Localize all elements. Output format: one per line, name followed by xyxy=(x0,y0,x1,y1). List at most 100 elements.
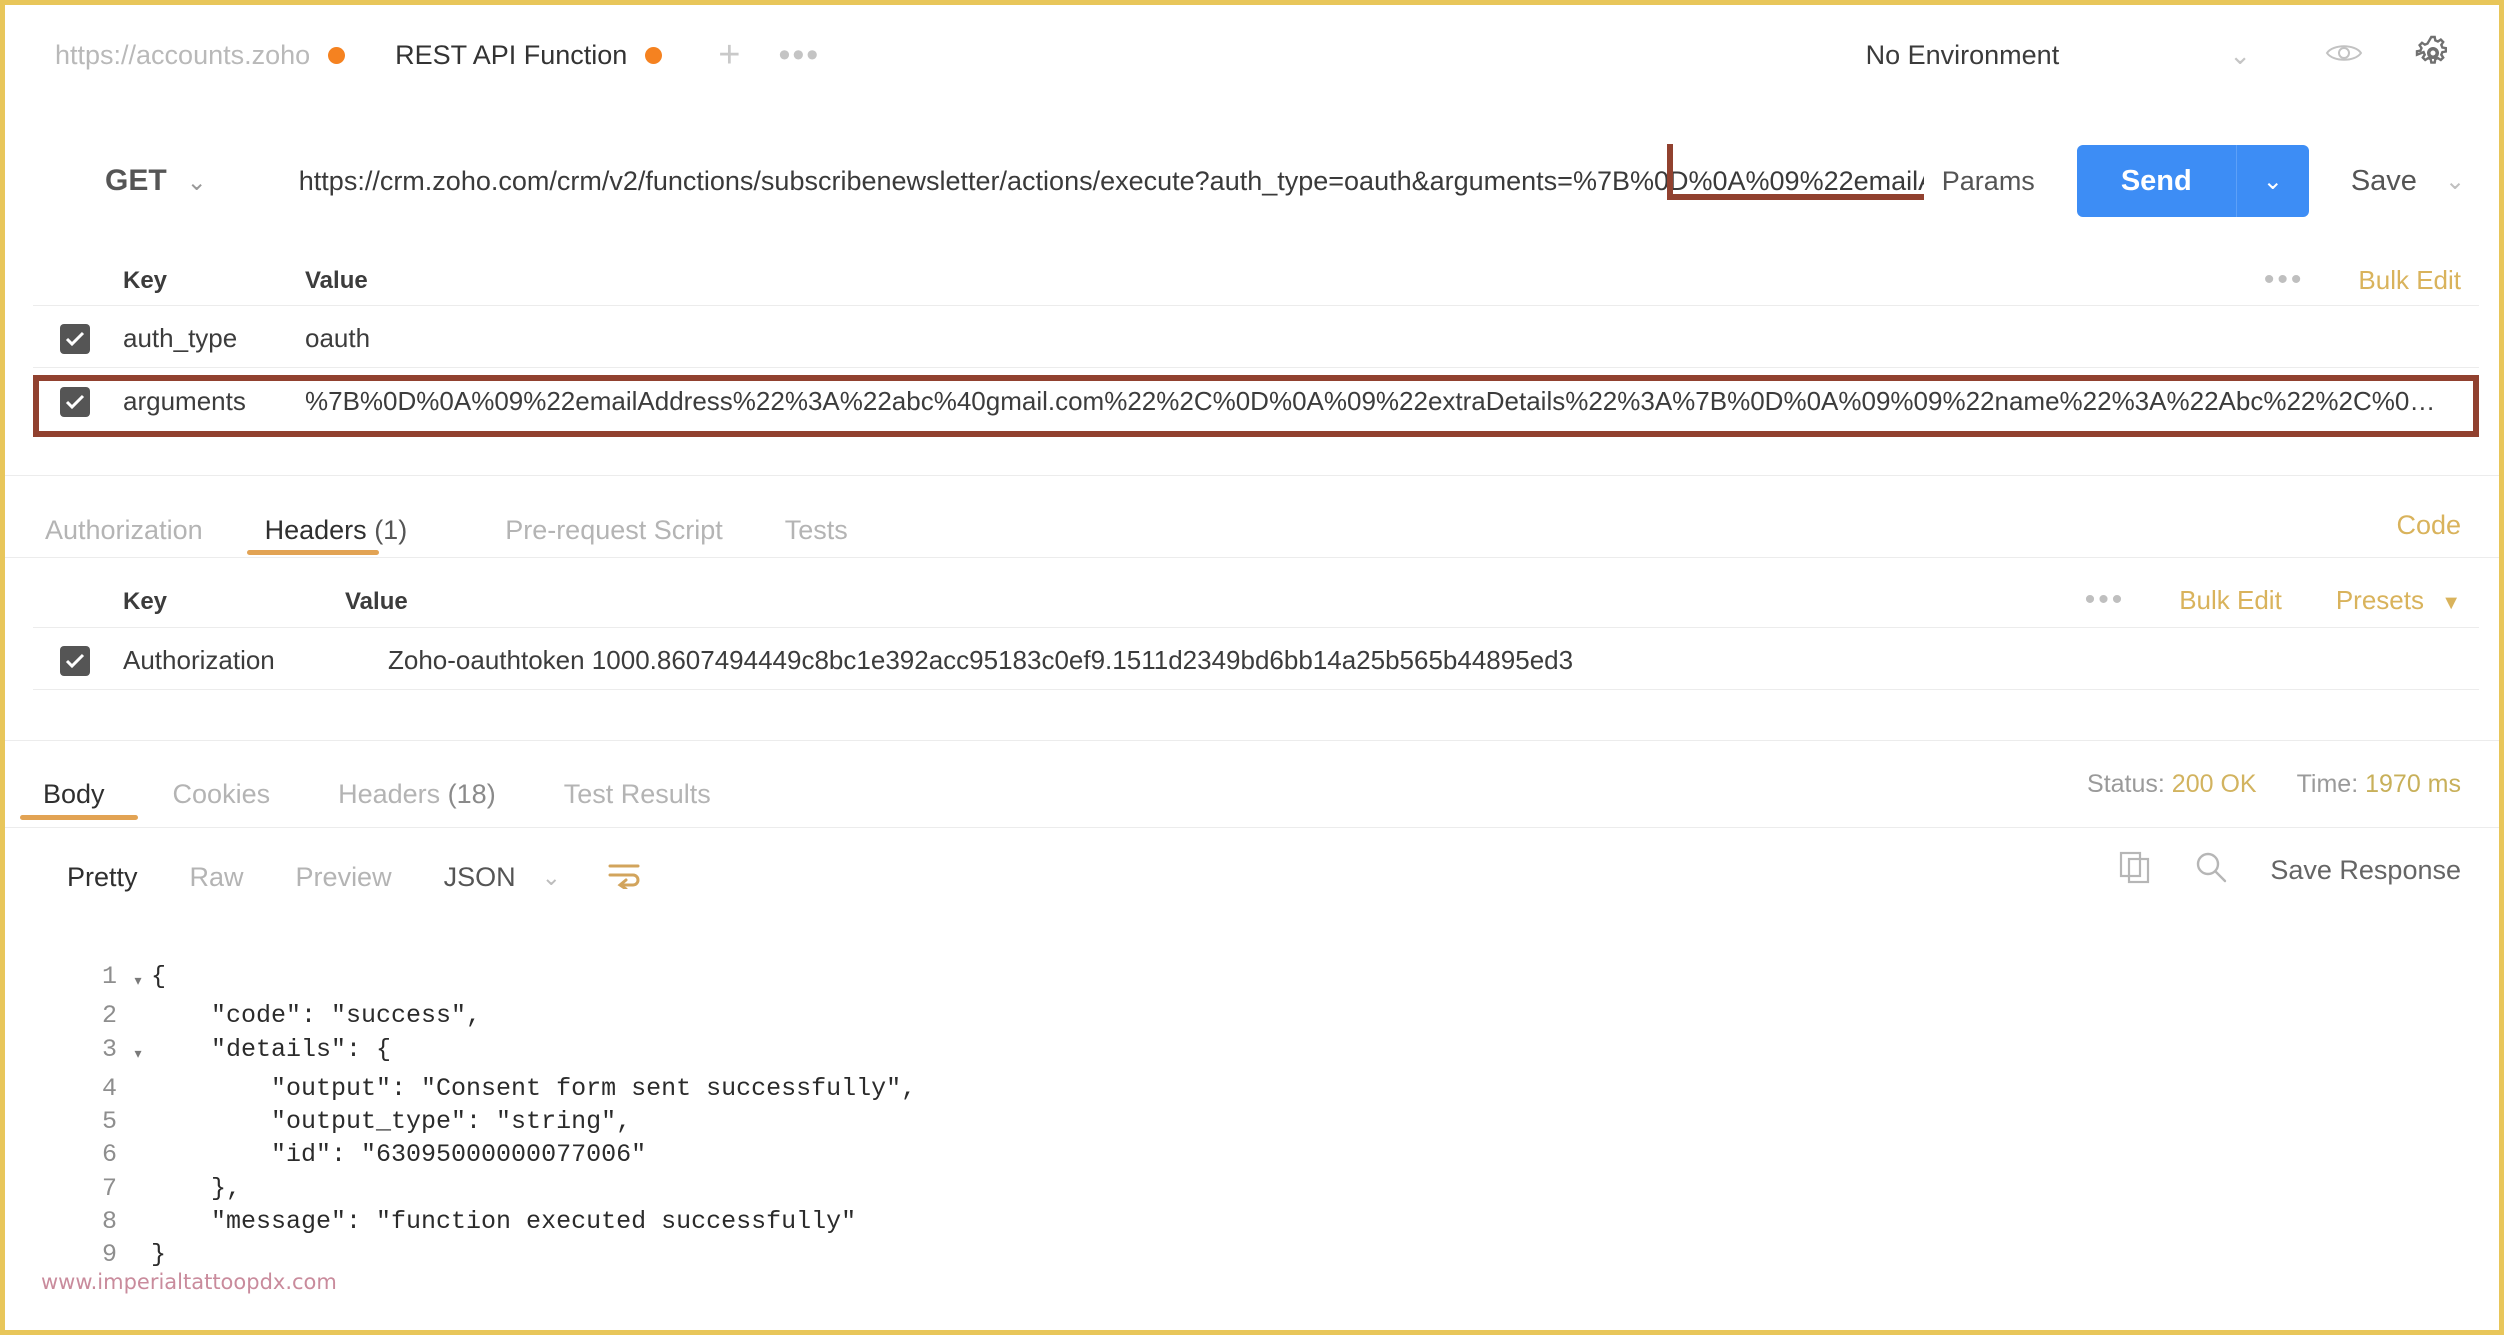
params-more-icon[interactable]: ••• xyxy=(2264,263,2305,297)
search-icon[interactable] xyxy=(2194,850,2228,891)
code-line: 1 ▾ { xyxy=(65,960,916,999)
response-format-bar: Pretty Raw Preview JSON ⌄ xyxy=(5,847,641,907)
code-text: } xyxy=(151,1240,167,1270)
headers-presets-button[interactable]: Presets ▼ xyxy=(2336,585,2461,616)
divider xyxy=(33,627,2479,628)
params-table-row-auth-type[interactable]: auth_type oauth xyxy=(60,323,2460,354)
divider xyxy=(5,740,2499,741)
response-tab-headers[interactable]: Headers (18) xyxy=(338,779,496,810)
format-preview[interactable]: Preview xyxy=(296,862,392,893)
request-config-tabs: Authorization Headers (1) Pre-request Sc… xyxy=(5,497,2499,563)
status-group: Status: 200 OK xyxy=(2087,770,2257,799)
status-badge: 200 OK xyxy=(2171,770,2257,798)
headers-row-value: Zoho-oauthtoken 1000.8607494449c8bc1e392… xyxy=(388,645,1574,675)
active-tab-indicator xyxy=(247,550,379,555)
response-tab-test-results[interactable]: Test Results xyxy=(564,779,711,810)
response-actions: Save Response xyxy=(2118,850,2461,891)
row-enabled-checkbox[interactable] xyxy=(60,323,90,354)
request-tab-accounts-zoho[interactable]: https://accounts.zoho xyxy=(55,40,346,71)
chevron-down-icon: ⌄ xyxy=(186,169,207,196)
response-tab-headers-count: (18) xyxy=(447,778,496,809)
fold-toggle-icon xyxy=(125,1072,151,1105)
format-raw[interactable]: Raw xyxy=(190,862,244,893)
code-line: 9 } xyxy=(65,1238,916,1271)
divider xyxy=(33,305,2479,306)
line-number: 3 xyxy=(101,1034,117,1064)
code-line: 3 ▾ "details": { xyxy=(65,1033,916,1072)
send-options-chevron-down-icon[interactable]: ⌄ xyxy=(2237,145,2309,217)
fold-toggle-icon xyxy=(125,1105,151,1138)
time-label: Time: xyxy=(2296,770,2359,798)
url-input[interactable]: https://crm.zoho.com/crm/v2/functions/su… xyxy=(299,144,1924,218)
time-value: 1970 ms xyxy=(2365,770,2461,798)
params-bulk-edit-button[interactable]: Bulk Edit xyxy=(2358,265,2461,296)
divider xyxy=(5,827,2499,828)
params-row-value: %7B%0D%0A%09%22emailAddress%22%3A%22abc%… xyxy=(305,386,2450,416)
divider xyxy=(5,557,2499,558)
tab-tests[interactable]: Tests xyxy=(785,515,848,546)
code-line: 7 }, xyxy=(65,1172,916,1205)
send-button[interactable]: Send xyxy=(2077,145,2237,217)
response-language-label: JSON xyxy=(443,861,516,892)
word-wrap-icon[interactable] xyxy=(607,861,641,894)
code-line: 2 "code": "success", xyxy=(65,999,916,1032)
code-text: { xyxy=(151,962,167,991)
save-response-button[interactable]: Save Response xyxy=(2270,855,2461,886)
line-number: 1 xyxy=(101,962,117,991)
response-body-viewer[interactable]: 1 ▾ { 2 "code": "success", 3 ▾ "details"… xyxy=(65,960,916,1272)
headers-value-header: Value xyxy=(345,588,408,615)
unsaved-dot-icon xyxy=(328,46,346,64)
code-text: "id": "63095000000077006" xyxy=(151,1140,647,1170)
tab-pre-request-script[interactable]: Pre-request Script xyxy=(505,515,723,546)
unsaved-dot-icon xyxy=(645,46,663,64)
row-enabled-checkbox[interactable] xyxy=(60,386,90,417)
headers-row-key: Authorization xyxy=(123,645,275,675)
params-toggle[interactable]: Params xyxy=(1942,166,2035,197)
headers-bulk-edit-button[interactable]: Bulk Edit xyxy=(2179,585,2282,616)
http-method-selector[interactable]: GET ⌄ xyxy=(105,164,207,198)
fold-toggle-icon xyxy=(125,1138,151,1171)
gear-icon[interactable] xyxy=(2397,35,2479,76)
fold-toggle-icon xyxy=(125,1205,151,1238)
eye-icon[interactable] xyxy=(2291,40,2397,71)
copy-icon[interactable] xyxy=(2118,850,2152,891)
postman-window: https://accounts.zoho REST API Function … xyxy=(0,0,2504,1335)
format-pretty[interactable]: Pretty xyxy=(67,862,138,893)
response-language-selector[interactable]: JSON ⌄ xyxy=(444,862,561,893)
code-link[interactable]: Code xyxy=(2396,510,2461,541)
time-group: Time: 1970 ms xyxy=(2297,770,2461,799)
params-row-value: oauth xyxy=(305,323,371,353)
active-response-tab-indicator xyxy=(20,815,138,820)
fold-toggle-icon[interactable]: ▾ xyxy=(125,960,151,999)
chevron-down-icon[interactable]: ⌄ xyxy=(2189,40,2291,71)
chevron-down-icon: ⌄ xyxy=(541,863,561,890)
code-line: 8 "message": "function executed successf… xyxy=(65,1205,916,1238)
request-url-row: GET ⌄ https://crm.zoho.com/crm/v2/functi… xyxy=(5,135,2499,227)
add-tab-icon[interactable]: + xyxy=(718,36,740,74)
status-label: Status: xyxy=(2087,770,2165,798)
save-button-group[interactable]: Save ⌄ xyxy=(2351,165,2465,198)
fold-toggle-icon[interactable]: ▾ xyxy=(125,1033,151,1072)
code-line: 6 "id": "63095000000077006" xyxy=(65,1138,916,1171)
line-number: 2 xyxy=(101,1001,117,1031)
chevron-down-icon[interactable]: ⌄ xyxy=(2445,167,2465,196)
request-tab-rest-api-function[interactable]: REST API Function xyxy=(395,40,663,71)
response-tab-body[interactable]: Body xyxy=(43,779,105,810)
fold-toggle-icon xyxy=(125,999,151,1032)
tab-overflow-icon[interactable]: ••• xyxy=(778,38,820,72)
headers-more-icon[interactable]: ••• xyxy=(2085,583,2126,617)
line-number: 6 xyxy=(101,1140,117,1170)
divider xyxy=(33,367,2479,368)
tab-authorization[interactable]: Authorization xyxy=(45,515,203,546)
line-number: 9 xyxy=(101,1240,117,1270)
params-row-key: auth_type xyxy=(123,323,238,353)
fold-toggle-icon xyxy=(125,1172,151,1205)
http-method-label: GET xyxy=(105,164,167,197)
tab-headers[interactable]: Headers (1) xyxy=(265,515,408,546)
params-table-row-arguments[interactable]: arguments %7B%0D%0A%09%22emailAddress%22… xyxy=(60,386,2450,417)
headers-table-row-authorization[interactable]: Authorization Zoho-oauthtoken 1000.86074… xyxy=(60,645,2460,676)
environment-selector[interactable]: No Environment xyxy=(1866,40,2190,71)
code-text: "message": "function executed successful… xyxy=(151,1207,857,1237)
row-enabled-checkbox[interactable] xyxy=(60,645,90,676)
response-tab-cookies[interactable]: Cookies xyxy=(173,779,271,810)
